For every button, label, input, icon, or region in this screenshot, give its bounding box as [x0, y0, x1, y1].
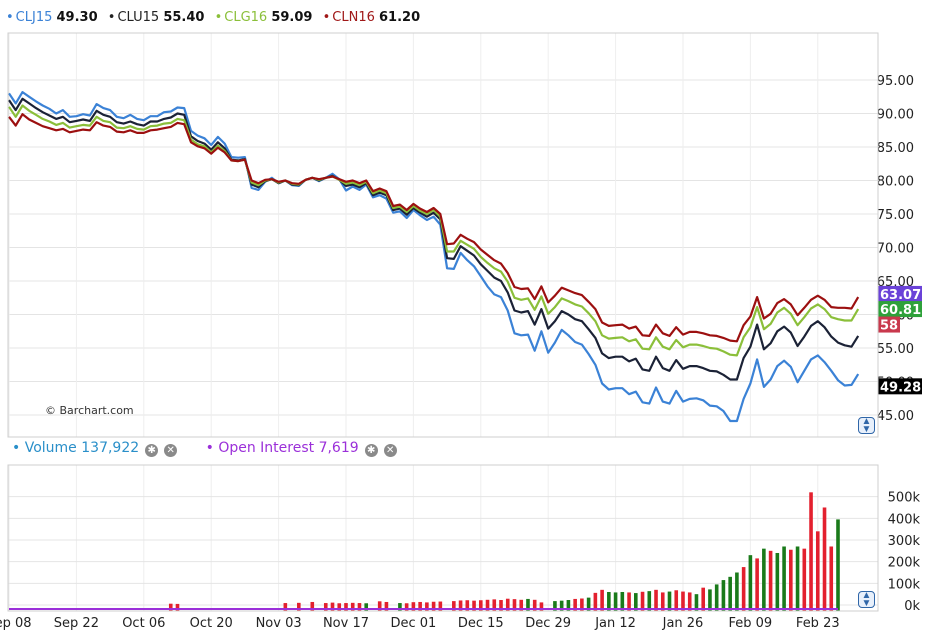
volume-bar [829, 546, 834, 611]
volume-value: 137,922 [81, 440, 140, 456]
x-tick-label: Nov 17 [323, 616, 369, 631]
x-tick-label: Dec 29 [525, 616, 571, 631]
volume-bars [9, 492, 840, 611]
x-axis: Sep 08 Sep 22 Oct 06 Oct 20 Nov 03 Nov 17 Dec … [0, 616, 840, 631]
x-tick-label: Dec 01 [390, 616, 436, 631]
x-tick-label: Nov 03 [256, 616, 302, 631]
volume-bar [674, 590, 679, 611]
volume-bar [708, 589, 712, 611]
price-tick-label: 70.00 [877, 242, 914, 257]
price-tick-label: 90.00 [877, 108, 914, 123]
volume-label: Volume [24, 440, 77, 456]
x-tick-label: Sep 22 [54, 616, 99, 631]
price-tick-label: 75.00 [877, 208, 914, 223]
volume-bar [654, 589, 658, 611]
price-badge-label: 58 [880, 319, 898, 334]
series-line-clg16 [8, 104, 860, 357]
price-tick-label: 45.00 [877, 409, 914, 424]
volume-bar [762, 548, 766, 611]
x-tick-label: Oct 20 [190, 616, 233, 631]
watermark: © Barchart.com [45, 404, 134, 417]
volume-bar [768, 550, 773, 611]
volume-bar [802, 548, 807, 611]
price-tick-label: 55.00 [877, 342, 914, 357]
volume-tick-label: 100k [888, 577, 921, 592]
series-line-cln16 [8, 113, 860, 343]
chart-stage: • CLJ15 49.30 • CLU15 55.40 • CLG16 59.09 •… [0, 0, 926, 637]
close-icon[interactable]: ✕ [383, 444, 397, 457]
x-tick-label: Oct 06 [122, 616, 165, 631]
volume-legend-bar: • Volume 137,922 ✱ ✕ • Open Interest 7,619… [12, 440, 407, 457]
price-tick-label: 85.00 [877, 141, 914, 156]
x-tick-label: Feb 23 [796, 616, 840, 631]
series-line-clj15 [8, 91, 860, 423]
volume-y-axis: 500k 400k 300k 200k 100k 0k [888, 491, 921, 614]
open-interest-label: Open Interest [218, 440, 315, 456]
volume-panel-frame [7, 464, 879, 612]
x-tick-label: Dec 15 [458, 616, 504, 631]
volume-bar [775, 552, 780, 611]
volume-bar [815, 531, 820, 611]
volume-tick-label: 400k [888, 512, 921, 527]
volume-bar [755, 558, 759, 611]
volume-tick-label: 300k [888, 534, 921, 549]
volume-bar [741, 567, 746, 611]
price-series-group [8, 91, 860, 423]
volume-bar [836, 519, 840, 611]
volume-legend[interactable]: • Volume 137,922 ✱ ✕ [12, 440, 178, 457]
volume-bar [748, 555, 753, 611]
open-interest-legend[interactable]: • Open Interest 7,619 ✱ ✕ [206, 440, 397, 457]
x-tick-label: Jan 12 [594, 616, 636, 631]
gear-icon[interactable]: ✱ [145, 444, 159, 457]
volume-tick-label: 500k [888, 491, 921, 506]
volume-bar [822, 507, 827, 611]
volume-bar [728, 576, 732, 611]
price-y-axis: 95.0090.0085.0080.0075.0070.0065.0060.00… [877, 74, 914, 424]
volume-bar [701, 587, 706, 611]
volume-bar [782, 546, 786, 611]
price-tick-label: 95.00 [877, 74, 914, 89]
volume-bar [735, 572, 739, 611]
scroll-updown-icon[interactable]: ▲ ▼ [858, 591, 875, 609]
price-badge-label: 49.28 [880, 380, 921, 395]
price-badge-label: 60.81 [880, 303, 921, 318]
series-line-clu15 [8, 97, 860, 381]
volume-gridlines [8, 496, 878, 606]
volume-bar [789, 549, 793, 611]
volume-bar [721, 580, 726, 611]
volume-tick-label: 0k [904, 599, 920, 614]
close-icon[interactable]: ✕ [164, 444, 178, 457]
x-tick-label: Sep 08 [0, 616, 32, 631]
scroll-updown-icon[interactable]: ▲ ▼ [858, 417, 875, 435]
volume-bar [809, 492, 813, 611]
x-tick-label: Feb 09 [729, 616, 773, 631]
price-badge-label: 63.07 [880, 288, 921, 303]
chart-canvas: 95.0090.0085.0080.0075.0070.0065.0060.00… [0, 32, 922, 631]
volume-bar [795, 546, 800, 611]
volume-bar [714, 584, 719, 611]
gear-icon[interactable]: ✱ [364, 444, 378, 457]
open-interest-value: 7,619 [318, 440, 359, 456]
price-badges: 63.0760.8158 49.28 [878, 285, 922, 395]
price-tick-label: 80.00 [877, 175, 914, 190]
x-tick-label: Jan 26 [662, 616, 704, 631]
volume-tick-label: 200k [888, 556, 921, 571]
volume-bar [600, 589, 604, 611]
